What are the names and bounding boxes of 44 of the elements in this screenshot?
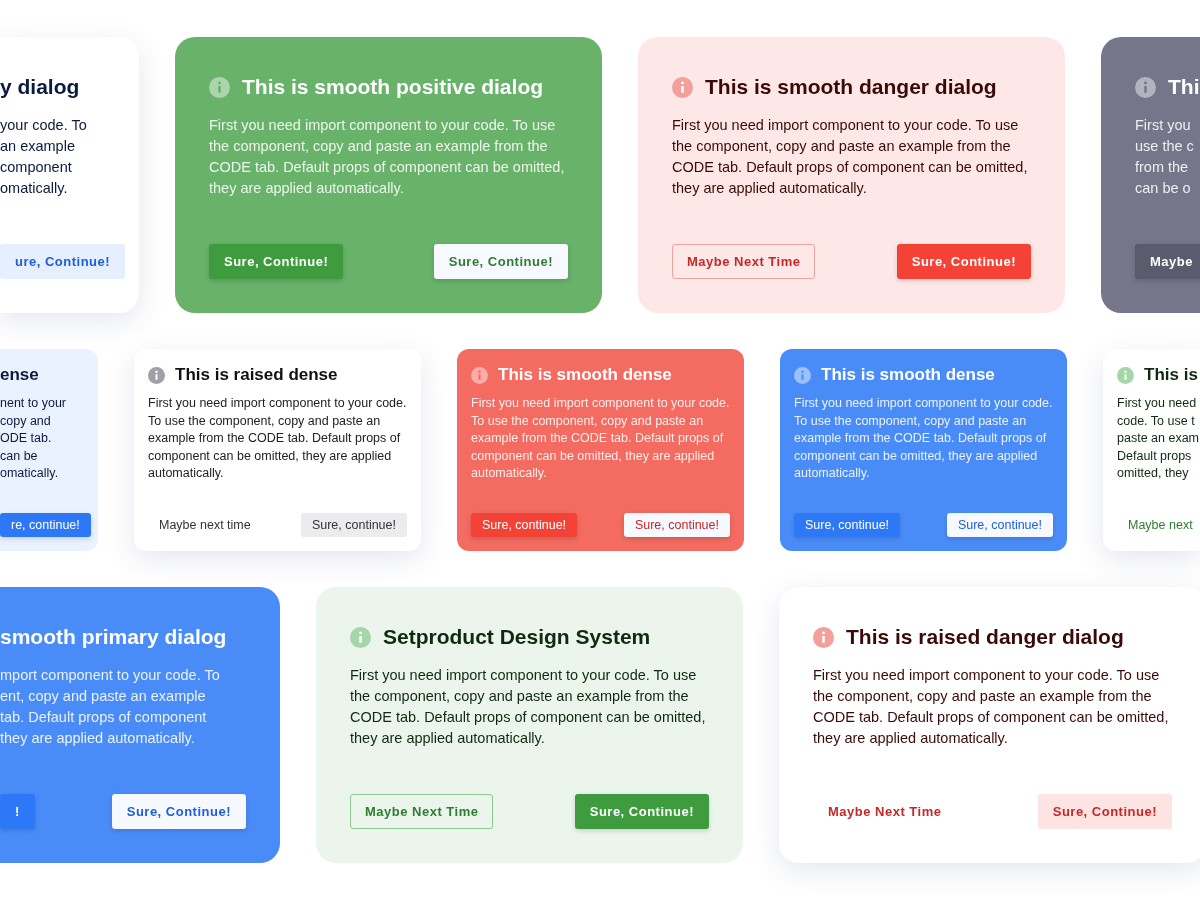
- continue-button[interactable]: re, continue!: [0, 513, 91, 537]
- continue-button[interactable]: Sure, Continue!: [1037, 794, 1172, 829]
- dialog-text: First you need import component to your code. To use the component, copy and paste an example from the CODE tab. Default props of component can be omitted, they are applied automatically.: [471, 395, 730, 482]
- secondary-button[interactable]: Maybe Next Time: [813, 794, 957, 829]
- dialog-title: smooth primary dialog: [0, 625, 227, 649]
- dialog-text: First you need import component to your code. To use the component, copy and paste an example from the CODE tab. Default props of component can be omitted, they are applied automatically.: [209, 116, 566, 198]
- dialog-text: First you need import component to your code. To use the component, copy and paste an example from the CODE tab. Default props of component can be omitted, they are applied automatically.: [813, 666, 1170, 748]
- dialog-title: This is smooth dense: [821, 365, 995, 385]
- continue-button[interactable]: Sure, Continue!: [209, 244, 344, 279]
- continue-button[interactable]: Sure, continue!: [471, 513, 578, 537]
- dialog-text: First you need code. To use t paste an exam Default props omitted, they: [1117, 395, 1199, 482]
- continue-button[interactable]: Sure, continue!: [946, 513, 1053, 537]
- dialog-text: First you need import component to your code. To use the component, copy and paste an example from the CODE tab. Default props of component can be omitted, they are applied automatically.: [148, 395, 407, 482]
- continue-button[interactable]: Sure, continue!: [794, 513, 901, 537]
- dialog-text: First you need import component to your code. To use the component, copy and paste an example from the CODE tab. Default props of component can be omitted, they are applied automatically.: [794, 395, 1053, 482]
- dialog-title: This is: [1144, 365, 1198, 385]
- continue-button[interactable]: ure, Continue!: [0, 244, 126, 279]
- dialog-title: This is smooth positive dialog: [242, 75, 544, 99]
- dialog-text: mport component to your code. To ent, copy and paste an example tab. Default props of component they are applied automatically.: [0, 666, 221, 748]
- continue-button[interactable]: Maybe: [1135, 244, 1200, 279]
- continue-button[interactable]: Sure, continue!: [623, 513, 730, 537]
- dialog-title: This is smooth danger dialog: [705, 75, 997, 99]
- dialog-text: nent to your copy and ODE tab. can be omatically.: [0, 395, 67, 482]
- secondary-button[interactable]: Maybe Next Time: [672, 244, 816, 279]
- secondary-button[interactable]: Maybe next: [1117, 513, 1200, 537]
- dialog-text: your code. To an example component omatically.: [0, 116, 88, 198]
- dialog-title: This is raised danger dialog: [846, 625, 1124, 649]
- continue-button[interactable]: Sure, Continue!: [574, 794, 709, 829]
- dialog-title: Thi: [1168, 75, 1200, 99]
- continue-button[interactable]: Sure, Continue!: [896, 244, 1031, 279]
- secondary-button[interactable]: Maybe Next Time: [350, 794, 494, 829]
- dialog-text: First you use the c from the can be o: [1135, 116, 1194, 198]
- dialog-title: y dialog: [0, 75, 80, 99]
- dialog-title: This is smooth dense: [498, 365, 672, 385]
- continue-button[interactable]: Sure, Continue!: [111, 794, 246, 829]
- dialog-title: This is raised dense: [175, 365, 338, 385]
- dialog-title: ense: [0, 365, 39, 385]
- dialog-text: First you need import component to your code. To use the component, copy and paste an example from the CODE tab. Default props of component can be omitted, they are applied automatically.: [672, 116, 1029, 198]
- dialog-text: First you need import component to your code. To use the component, copy and paste an example from the CODE tab. Default props of component can be omitted, they are applied automatically.: [350, 666, 707, 748]
- continue-button[interactable]: Sure, Continue!: [433, 244, 568, 279]
- secondary-button[interactable]: Maybe next time: [148, 513, 262, 537]
- continue-button[interactable]: !: [0, 794, 35, 829]
- dialog-title: Setproduct Design System: [383, 625, 651, 649]
- continue-button[interactable]: Sure, continue!: [300, 513, 407, 537]
